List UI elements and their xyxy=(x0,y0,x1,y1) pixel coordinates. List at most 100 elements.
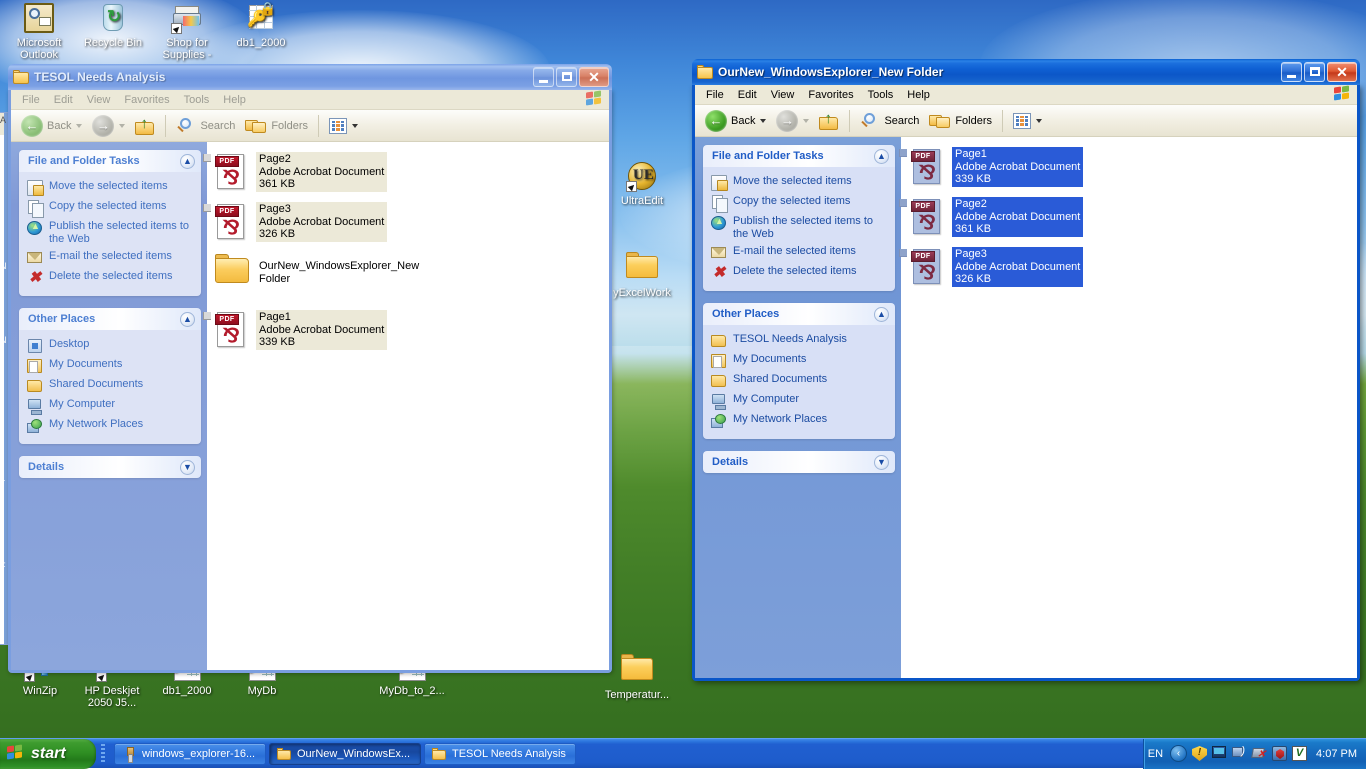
chevron-down-icon[interactable] xyxy=(803,118,810,123)
chevron-down-icon[interactable] xyxy=(1036,118,1043,123)
task-copy-items[interactable]: Copy the selected items xyxy=(711,193,891,213)
task-move-items[interactable]: Move the selected items xyxy=(711,173,891,193)
up-button[interactable]: ↑ xyxy=(130,115,160,137)
menu-bar[interactable]: File Edit View Favorites Tools Help xyxy=(695,85,1357,105)
place-shared-documents[interactable]: Shared Documents xyxy=(27,376,197,396)
toolbar[interactable]: ← Back → ↑ Search Folders xyxy=(695,105,1357,137)
network-disconnected-icon[interactable] xyxy=(1251,746,1267,761)
menu-item-help[interactable]: Help xyxy=(216,92,253,108)
task-publish-web[interactable]: Publish the selected items to the Web xyxy=(27,218,197,248)
back-button[interactable]: ← Back xyxy=(16,113,87,139)
place-my-documents[interactable]: My Documents xyxy=(711,351,891,371)
taskbar-button-tesol-needs-analysis[interactable]: TESOL Needs Analysis xyxy=(424,742,576,765)
display-icon[interactable] xyxy=(1212,746,1227,761)
file-item[interactable]: PDF ⅋ Page3 Adobe Acrobat Document 326 KB xyxy=(899,247,1129,287)
close-button[interactable]: ✕ xyxy=(579,67,609,87)
place-my-network-places[interactable]: My Network Places xyxy=(711,411,891,431)
taskbar-button-ournew-windowsex[interactable]: OurNew_WindowsEx... xyxy=(269,742,421,765)
collapse-chevron-icon[interactable]: ▲ xyxy=(180,311,195,327)
place-tesol-needs-analysis[interactable]: TESOL Needs Analysis xyxy=(711,331,891,351)
collapse-chevron-icon[interactable]: ▲ xyxy=(180,153,195,169)
expand-chevron-icon[interactable]: ▼ xyxy=(874,454,889,470)
task-copy-items[interactable]: Copy the selected items xyxy=(27,198,197,218)
clock[interactable]: 4:07 PM xyxy=(1316,748,1357,760)
menu-item-favorites[interactable]: Favorites xyxy=(801,87,860,103)
panel-header[interactable]: Details ▼ xyxy=(703,451,895,473)
desktop-icon-ultraedit[interactable]: UE UltraEdit xyxy=(605,160,679,207)
file-item[interactable]: PDF ⅋ Page1 Adobe Acrobat Document 339 KB xyxy=(899,147,1129,187)
maximize-button[interactable] xyxy=(1304,62,1325,82)
place-my-documents[interactable]: My Documents xyxy=(27,356,197,376)
panel-header[interactable]: Other Places ▲ xyxy=(703,303,895,325)
explorer-window-ournew[interactable]: OurNew_WindowsExplorer_New Folder ✕ File… xyxy=(692,59,1360,681)
desktop-icon-shop-for-supplies[interactable]: Shop for Supplies - xyxy=(150,2,224,61)
minimize-button[interactable] xyxy=(533,67,554,87)
toolbar[interactable]: ← Back → ↑ Search Folders xyxy=(11,110,609,142)
desktop-icon-recycle-bin[interactable]: ↻ Recycle Bin xyxy=(76,2,150,49)
folders-button[interactable]: Folders xyxy=(240,115,313,137)
file-item[interactable]: PDF ⅋ Page1 Adobe Acrobat Document 339 KB xyxy=(203,310,601,350)
title-bar[interactable]: TESOL Needs Analysis ✕ xyxy=(8,64,612,90)
place-desktop[interactable]: Desktop xyxy=(27,336,197,356)
views-button[interactable] xyxy=(1008,111,1047,131)
task-email-items[interactable]: E-mail the selected items xyxy=(27,248,197,268)
chevron-down-icon[interactable] xyxy=(760,118,767,123)
menu-item-edit[interactable]: Edit xyxy=(47,92,80,108)
place-my-network-places[interactable]: My Network Places xyxy=(27,416,197,436)
up-button[interactable]: ↑ xyxy=(814,110,844,132)
security-alert-icon[interactable] xyxy=(1192,746,1208,761)
back-button[interactable]: ← Back xyxy=(700,108,771,134)
search-button[interactable]: Search xyxy=(855,110,924,132)
close-button[interactable]: ✕ xyxy=(1327,62,1357,82)
language-indicator[interactable]: EN xyxy=(1148,748,1163,760)
file-item[interactable]: PDF ⅋ Page3 Adobe Acrobat Document 326 KB xyxy=(203,202,601,242)
network-icon[interactable] xyxy=(1232,745,1247,761)
menu-item-view[interactable]: View xyxy=(764,87,802,103)
minimize-button[interactable] xyxy=(1281,62,1302,82)
folder-item[interactable]: OurNew_WindowsExplorer_New Folder xyxy=(215,254,601,294)
file-list[interactable]: PDF ⅋ Page1 Adobe Acrobat Document 339 KB… xyxy=(899,137,1357,678)
panel-header[interactable]: Details ▼ xyxy=(19,456,201,478)
antivirus-icon[interactable] xyxy=(1272,746,1288,761)
vmware-icon[interactable] xyxy=(1292,746,1308,761)
forward-button[interactable]: → xyxy=(87,113,130,139)
task-delete-items[interactable]: ✖ Delete the selected items xyxy=(711,263,891,283)
desktop[interactable]: Microsoft Outlook ↻ Recycle Bin Shop for… xyxy=(0,0,1366,769)
windows-flag-icon[interactable] xyxy=(586,90,606,108)
title-bar[interactable]: OurNew_WindowsExplorer_New Folder ✕ xyxy=(692,59,1360,85)
menu-item-tools[interactable]: Tools xyxy=(861,87,901,103)
task-email-items[interactable]: E-mail the selected items xyxy=(711,243,891,263)
task-publish-web[interactable]: Publish the selected items to the Web xyxy=(711,213,891,243)
folders-button[interactable]: Folders xyxy=(924,110,997,132)
views-button[interactable] xyxy=(324,116,363,136)
file-item[interactable]: PDF ⅋ Page2 Adobe Acrobat Document 361 KB xyxy=(899,197,1129,237)
desktop-icon-db1-2000[interactable]: 🔑 🔒 db1_2000 xyxy=(224,2,298,49)
forward-button[interactable]: → xyxy=(771,108,814,134)
file-item[interactable]: PDF ⅋ Page2 Adobe Acrobat Document 361 KB xyxy=(203,152,601,192)
panel-header[interactable]: File and Folder Tasks ▲ xyxy=(19,150,201,172)
start-button[interactable]: start xyxy=(0,738,96,769)
collapse-chevron-icon[interactable]: ▲ xyxy=(874,306,889,322)
panel-header[interactable]: File and Folder Tasks ▲ xyxy=(703,145,895,167)
expand-chevron-icon[interactable]: ▼ xyxy=(180,459,195,475)
menu-item-help[interactable]: Help xyxy=(900,87,937,103)
place-my-computer[interactable]: My Computer xyxy=(711,391,891,411)
place-my-computer[interactable]: My Computer xyxy=(27,396,197,416)
quick-launch-grip[interactable] xyxy=(96,739,110,769)
chevron-down-icon[interactable] xyxy=(119,123,126,128)
place-shared-documents[interactable]: Shared Documents xyxy=(711,371,891,391)
panel-header[interactable]: Other Places ▲ xyxy=(19,308,201,330)
windows-flag-icon[interactable] xyxy=(1334,85,1354,103)
search-button[interactable]: Search xyxy=(171,115,240,137)
maximize-button[interactable] xyxy=(556,67,577,87)
task-delete-items[interactable]: ✖ Delete the selected items xyxy=(27,268,197,288)
desktop-icon-yexcelwork[interactable]: yExcelWork xyxy=(605,248,679,299)
collapse-chevron-icon[interactable]: ▲ xyxy=(874,148,889,164)
menu-item-file[interactable]: File xyxy=(699,87,731,103)
taskbar-button-windows-explorer-16[interactable]: windows_explorer-16... xyxy=(114,742,266,765)
menu-item-file[interactable]: File xyxy=(15,92,47,108)
file-list[interactable]: PDF ⅋ Page2 Adobe Acrobat Document 361 KB… xyxy=(203,142,609,670)
chevron-down-icon[interactable] xyxy=(76,123,83,128)
menu-item-favorites[interactable]: Favorites xyxy=(117,92,176,108)
menu-bar[interactable]: File Edit View Favorites Tools Help xyxy=(11,90,609,110)
